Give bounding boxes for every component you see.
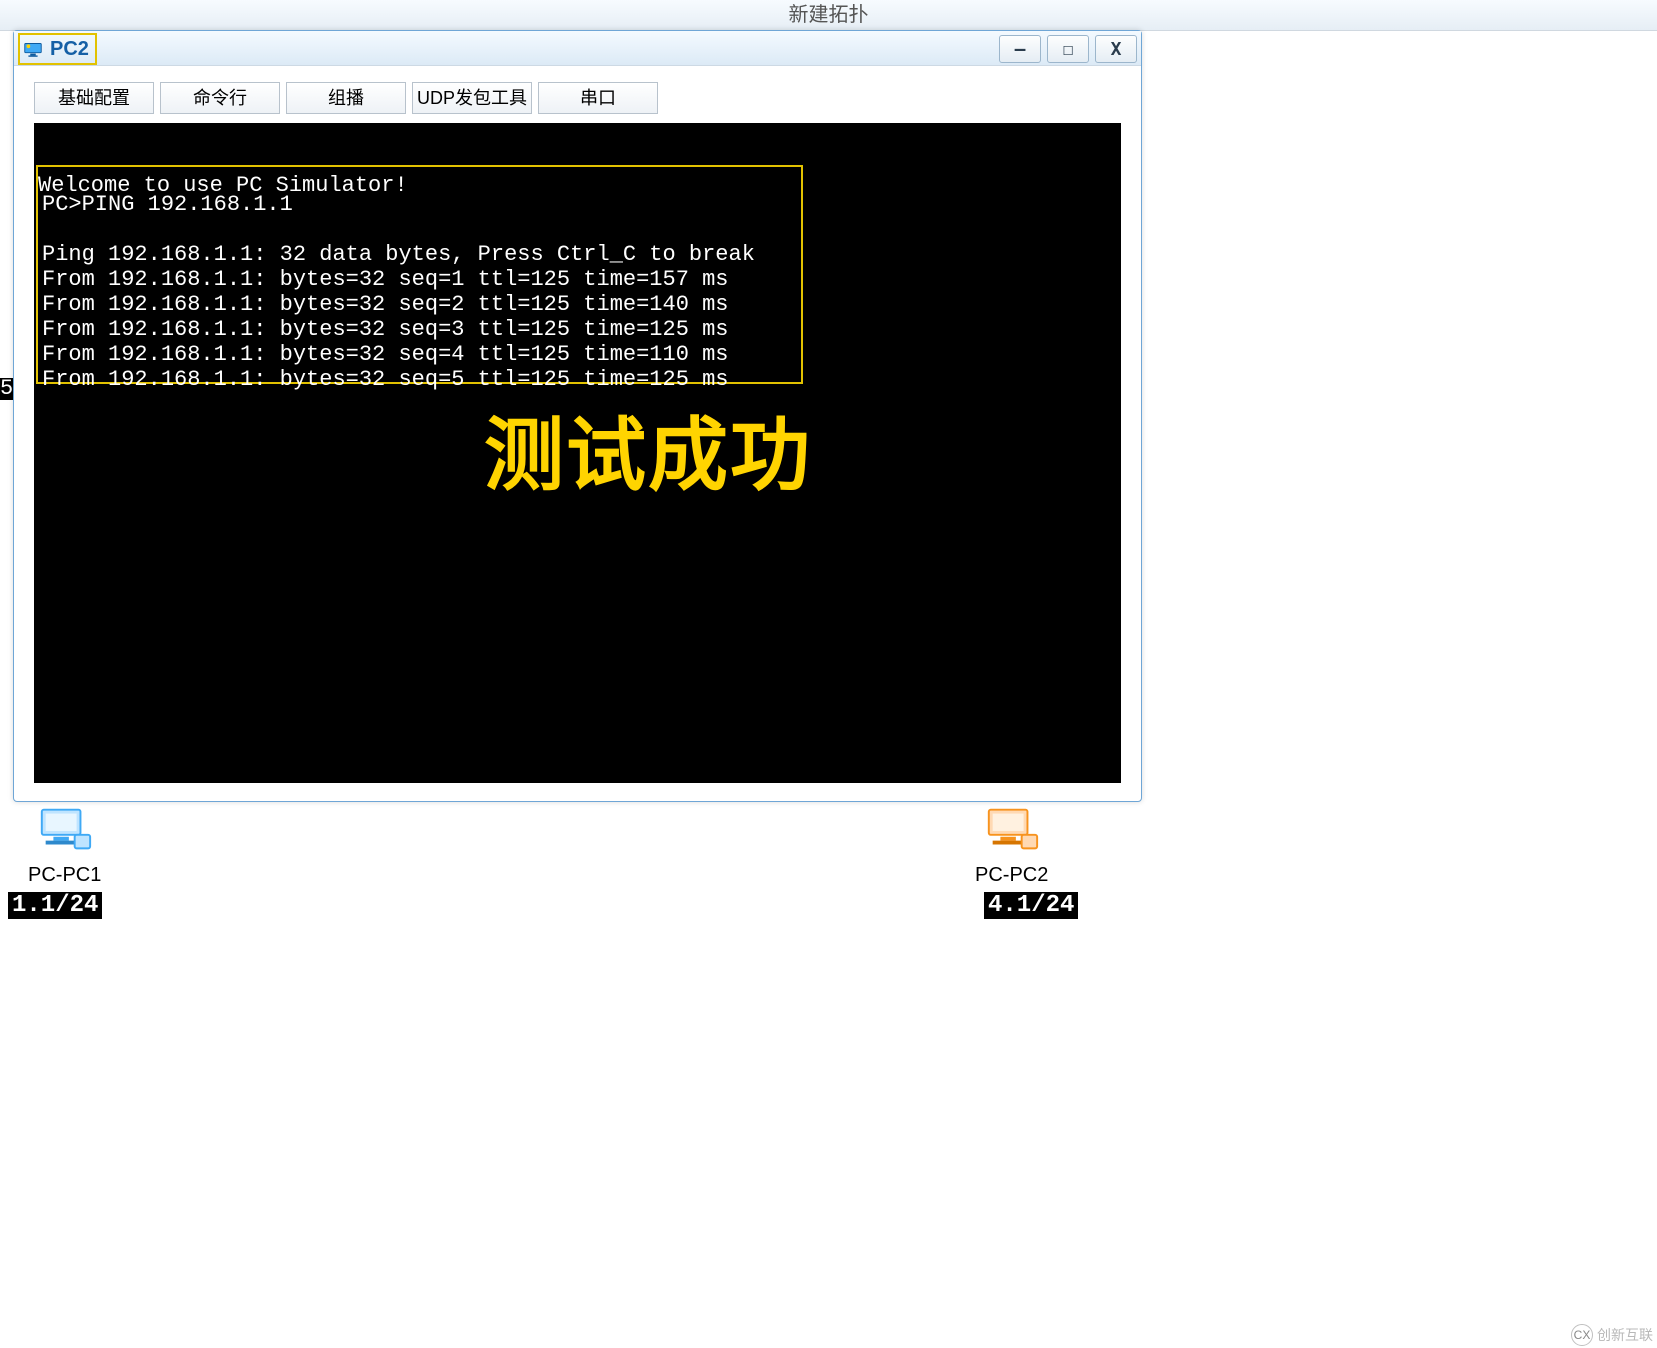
ping-command: PC>PING 192.168.1.1 (42, 192, 293, 217)
title-bar[interactable]: PC2 — ☐ X (14, 31, 1141, 66)
device-pc2[interactable]: PC-PC2 (975, 805, 1048, 887)
ip-fragment-pc1: 1.1/24 (8, 892, 102, 919)
ping-reply-4: From 192.168.1.1: bytes=32 seq=4 ttl=125… (42, 342, 729, 367)
terminal-panel[interactable]: Welcome to use PC Simulator! PC>PING 192… (34, 123, 1121, 783)
ping-header: Ping 192.168.1.1: 32 data bytes, Press C… (42, 242, 755, 267)
pc2-window: PC2 — ☐ X 基础配置 命令行 组播 UDP发包工具 串口 Welcome… (13, 30, 1142, 802)
watermark-text: 创新互联 (1597, 1325, 1653, 1345)
device-pc2-label: PC-PC2 (975, 864, 1048, 887)
ping-reply-1: From 192.168.1.1: bytes=32 seq=1 ttl=125… (42, 267, 729, 292)
tab-strip: 基础配置 命令行 组播 UDP发包工具 串口 (14, 66, 1141, 114)
pc-icon (36, 805, 94, 855)
maximize-button[interactable]: ☐ (1047, 35, 1089, 63)
ping-reply-5: From 192.168.1.1: bytes=32 seq=5 ttl=125… (42, 367, 729, 392)
device-pc1-label: PC-PC1 (28, 864, 101, 887)
pc-icon (983, 805, 1041, 855)
watermark-icon: CX (1571, 1324, 1593, 1346)
window-title-area: PC2 (18, 33, 97, 65)
window-title-text: PC2 (50, 38, 89, 61)
tab-udp-tool[interactable]: UDP发包工具 (412, 82, 532, 114)
device-pc1[interactable]: PC-PC1 (28, 805, 101, 887)
ping-reply-3: From 192.168.1.1: bytes=32 seq=3 ttl=125… (42, 317, 729, 342)
parent-window-title: 新建拓扑 (0, 0, 1657, 31)
watermark: CX 创新互联 (1571, 1324, 1653, 1346)
tab-multicast[interactable]: 组播 (286, 82, 406, 114)
close-button[interactable]: X (1095, 35, 1137, 63)
minimize-button[interactable]: — (999, 35, 1041, 63)
test-success-overlay: 测试成功 (484, 443, 812, 468)
ip-fragment-pc2: 4.1/24 (984, 892, 1078, 919)
tab-serial[interactable]: 串口 (538, 82, 658, 114)
ping-output-highlight: PC>PING 192.168.1.1 Ping 192.168.1.1: 32… (36, 165, 803, 384)
app-icon (22, 38, 44, 60)
tab-basic-config[interactable]: 基础配置 (34, 82, 154, 114)
ping-reply-2: From 192.168.1.1: bytes=32 seq=2 ttl=125… (42, 292, 729, 317)
tab-cli[interactable]: 命令行 (160, 82, 280, 114)
